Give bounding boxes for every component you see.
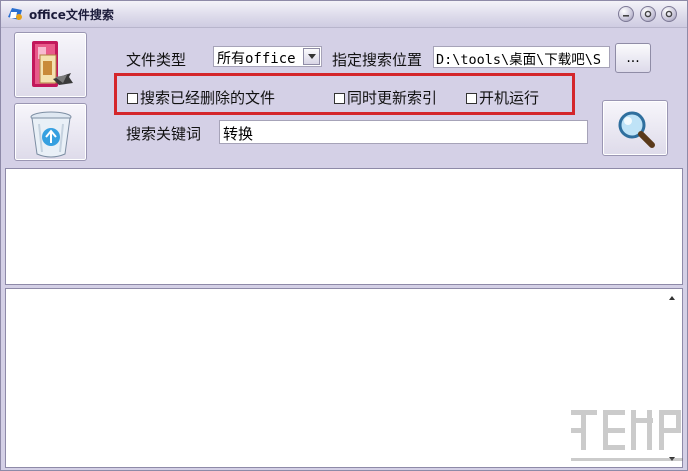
checkbox-square[interactable] — [127, 93, 138, 104]
search-panel: 文件类型 所有office 指定搜索位置 D:\tools\桌面\下载吧\S .… — [1, 28, 687, 164]
checkbox-square[interactable] — [466, 93, 477, 104]
app-window: office文件搜索 文件类型 所有office 指定搜索位置 D:\tools… — [0, 0, 688, 471]
recycle-bin-icon — [30, 111, 72, 158]
app-icon — [7, 6, 23, 22]
search-button[interactable] — [602, 100, 668, 156]
close-button[interactable] — [661, 6, 677, 22]
minimize-button[interactable] — [618, 6, 634, 22]
keyword-input[interactable]: 转换 — [219, 120, 588, 144]
maximize-button[interactable] — [640, 6, 656, 22]
keyword-label: 搜索关键词 — [126, 125, 202, 143]
close-icon — [665, 10, 673, 18]
update-index-label: 同时更新索引 — [347, 89, 438, 107]
office-button[interactable] — [14, 32, 87, 98]
update-index-checkbox[interactable]: 同时更新索引 — [334, 87, 437, 108]
search-deleted-label: 搜索已经删除的文件 — [140, 89, 276, 107]
search-location-label: 指定搜索位置 — [332, 51, 423, 69]
recycle-bin-button[interactable] — [14, 103, 87, 161]
office-documents-icon — [32, 41, 73, 87]
watermark-logo — [571, 410, 683, 461]
title-bar: office文件搜索 — [1, 1, 687, 28]
maximize-icon — [644, 10, 652, 18]
search-location-input[interactable]: D:\tools\桌面\下载吧\S — [433, 46, 610, 68]
file-type-select[interactable]: 所有office — [213, 46, 322, 67]
run-on-startup-label: 开机运行 — [479, 89, 540, 107]
checkbox-square[interactable] — [334, 93, 345, 104]
file-type-value: 所有office — [217, 51, 296, 67]
browse-button[interactable]: ... — [615, 43, 651, 73]
run-on-startup-checkbox[interactable]: 开机运行 — [466, 87, 539, 108]
dropdown-button[interactable] — [303, 48, 320, 65]
minimize-icon — [623, 15, 629, 17]
results-list[interactable] — [5, 168, 683, 285]
search-deleted-checkbox[interactable]: 搜索已经删除的文件 — [127, 87, 275, 108]
magnifier-icon — [618, 111, 655, 148]
window-title: office文件搜索 — [29, 8, 114, 22]
chevron-down-icon — [308, 54, 316, 59]
file-type-label: 文件类型 — [126, 51, 187, 69]
scroll-up-arrow[interactable] — [669, 296, 675, 300]
